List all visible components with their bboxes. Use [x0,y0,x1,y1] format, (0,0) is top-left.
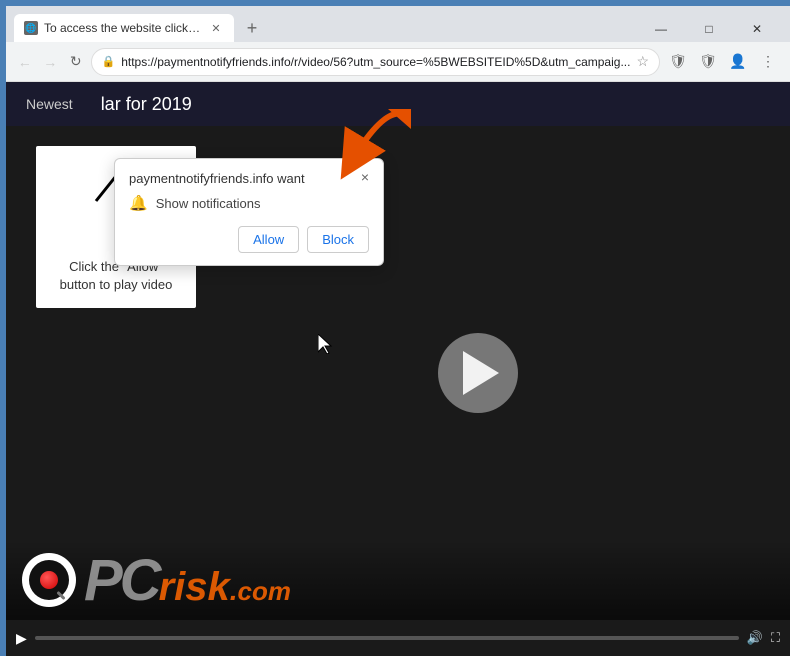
extension-icon-2[interactable]: 🛡 [694,48,722,76]
play-triangle-icon [463,351,499,395]
watermark-text: PC risk . com [84,547,291,614]
pc-text: PC [84,547,159,614]
mouse-cursor [318,334,334,359]
new-tab-button[interactable]: + [238,14,266,42]
risk-text: risk [159,565,230,610]
tab-favicon: 🌐 [24,21,38,35]
fullscreen-icon[interactable]: ⛶ [771,630,780,646]
popup-title: paymentnotifyfriends.info want [129,171,369,186]
toolbar-icons: 🛡 🛡 👤 ⋮ [664,48,782,76]
page-frame: Newest lar for 2019 Click the "Allow" bu… [6,82,790,656]
page-title: lar for 2019 [101,94,192,115]
video-play-icon[interactable]: ▶ [16,630,27,647]
back-button[interactable]: ← [14,48,36,76]
video-controls-bar: ▶ 🔊 ⛶ [6,620,790,656]
browser-tab[interactable]: 🌐 To access the website click the "A ✕ [14,14,234,42]
com-text: com [238,576,291,607]
video-progress-bar[interactable] [35,636,739,640]
minimize-button[interactable]: — [638,14,684,44]
maximize-button[interactable]: □ [686,14,732,44]
watermark-logo: PC risk . com [22,547,291,614]
extension-icon-1[interactable]: 🛡 [664,48,692,76]
dot-text: . [230,575,238,607]
tab-close-button[interactable]: ✕ [208,20,224,36]
watermark: PC risk . com [6,540,790,620]
popup-buttons: Allow Block [129,226,369,253]
video-play-button[interactable] [438,333,518,413]
bookmark-star-icon[interactable]: ☆ [636,53,649,70]
volume-icon[interactable]: 🔊 [747,630,763,646]
title-bar: 🌐 To access the website click the "A ✕ +… [6,6,790,42]
lock-icon: 🔒 [102,55,116,68]
url-bar[interactable]: 🔒 https://paymentnotifyfriends.info/r/vi… [91,48,661,76]
menu-icon[interactable]: ⋮ [754,48,782,76]
tab-title: To access the website click the "A [44,21,202,35]
address-bar: ← → ↻ 🔒 https://paymentnotifyfriends.inf… [6,42,790,82]
reload-button[interactable]: ↻ [65,48,87,76]
allow-button[interactable]: Allow [238,226,299,253]
popup-close-button[interactable]: × [355,167,375,187]
forward-button[interactable]: → [40,48,62,76]
page-top-bar: Newest lar for 2019 [6,82,790,126]
notification-popup: × paymentnotifyfriends.info want 🔔 Show … [114,158,384,266]
url-text: https://paymentnotifyfriends.info/r/vide… [121,55,630,69]
popup-notification-row: 🔔 Show notifications [129,194,369,212]
block-button[interactable]: Block [307,226,369,253]
notification-label: Show notifications [156,196,261,211]
account-icon[interactable]: 👤 [724,48,752,76]
page-nav-newest[interactable]: Newest [22,90,77,118]
bell-icon: 🔔 [129,194,148,212]
window-controls: — □ ✕ [638,14,780,44]
close-window-button[interactable]: ✕ [734,14,780,44]
